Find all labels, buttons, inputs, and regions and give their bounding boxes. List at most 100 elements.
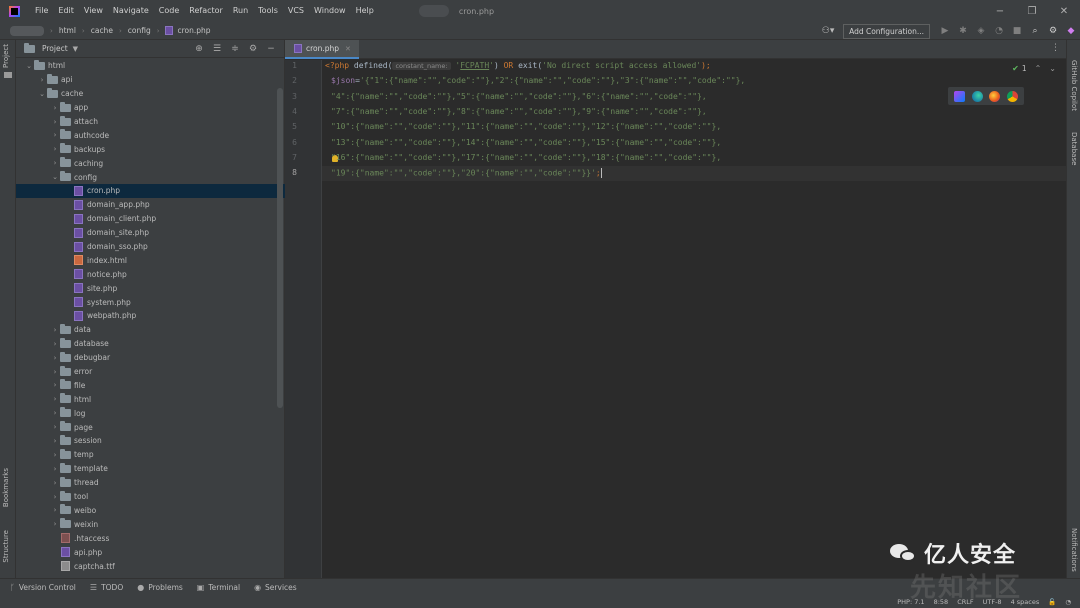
chevron-right-icon[interactable]: › [50, 131, 60, 139]
run-icon[interactable]: ▶ [936, 26, 954, 36]
tree-folder-row[interactable]: › api [16, 73, 285, 87]
tree-folder-row[interactable]: › backups [16, 142, 285, 156]
breadcrumb-cron-php[interactable]: cron.php [178, 26, 211, 35]
line-number[interactable]: 1 [285, 61, 297, 70]
menu-help[interactable]: Help [351, 0, 379, 22]
menu-view[interactable]: View [79, 0, 108, 22]
tree-folder-row[interactable]: › data [16, 323, 285, 337]
line-number[interactable]: 4 [285, 107, 297, 116]
chevron-right-icon[interactable]: › [50, 465, 60, 473]
tree-folder-row[interactable]: › log [16, 406, 285, 420]
tree-file-row[interactable]: site.php [16, 281, 285, 295]
tree-file-row[interactable]: domain_site.php [16, 226, 285, 240]
close-tab-icon[interactable]: ✕ [345, 45, 351, 53]
tree-file-row[interactable]: system.php [16, 295, 285, 309]
stop-icon[interactable]: ■ [1008, 26, 1026, 36]
bookmarks-tool-tab[interactable]: Bookmarks [2, 468, 10, 507]
project-tool-tab[interactable]: Project [2, 44, 10, 68]
breadcrumb-config[interactable]: config [128, 26, 151, 35]
todo-button[interactable]: ☰ TODO [90, 583, 123, 592]
chrome-browser-icon[interactable] [1006, 90, 1018, 102]
profile-icon[interactable]: ◔ [990, 26, 1008, 36]
github-copilot-tool-tab[interactable]: GitHub Copilot [1070, 60, 1078, 111]
chevron-down-icon[interactable]: ⌄ [37, 90, 47, 98]
structure-tool-tab[interactable]: Structure [2, 530, 10, 563]
menu-edit[interactable]: Edit [53, 0, 79, 22]
gear-icon[interactable]: ⚙ [244, 44, 262, 54]
chevron-right-icon[interactable]: › [50, 437, 60, 445]
tree-folder-row[interactable]: › attach [16, 115, 285, 129]
tree-scrollbar[interactable] [277, 88, 283, 408]
restore-icon[interactable]: ❐ [1016, 0, 1048, 22]
tree-folder-row[interactable]: › caching [16, 156, 285, 170]
code-line[interactable]: "16":{"name":"","code":""},"17":{"name":… [331, 153, 721, 162]
chevron-right-icon[interactable]: › [50, 451, 60, 459]
line-number[interactable]: 5 [285, 122, 297, 131]
chevron-right-icon[interactable]: › [50, 423, 60, 431]
chevron-right-icon[interactable]: › [50, 159, 60, 167]
tree-file-row[interactable]: domain_app.php [16, 198, 285, 212]
chevron-right-icon[interactable]: › [50, 520, 60, 528]
locate-file-icon[interactable]: ⊕ [190, 44, 208, 54]
tree-folder-row[interactable]: › weixin [16, 517, 285, 531]
tree-file-row[interactable]: captcha.ttf [16, 559, 285, 573]
tree-folder-row[interactable]: › file [16, 378, 285, 392]
code-line[interactable]: "13":{"name":"","code":""},"14":{"name":… [331, 138, 721, 147]
menu-tools[interactable]: Tools [253, 0, 283, 22]
chevron-right-icon[interactable]: › [50, 340, 60, 348]
hide-panel-icon[interactable]: − [262, 44, 280, 54]
tree-file-row[interactable]: .htaccess [16, 531, 285, 545]
blurred-root-crumb[interactable] [10, 25, 44, 36]
menu-vcs[interactable]: VCS [283, 0, 309, 22]
chevron-right-icon[interactable]: › [50, 145, 60, 153]
tree-folder-row[interactable]: › page [16, 420, 285, 434]
menu-window[interactable]: Window [309, 0, 351, 22]
tree-folder-row[interactable]: › debugbar [16, 351, 285, 365]
services-button[interactable]: ◉ Services [254, 583, 297, 592]
code-line[interactable]: "10":{"name":"","code":""},"11":{"name":… [331, 122, 721, 131]
minimize-icon[interactable]: − [984, 0, 1016, 22]
tree-file-row[interactable]: domain_sso.php [16, 240, 285, 254]
collapse-all-icon[interactable]: ≑ [226, 44, 244, 54]
problems-button[interactable]: ● Problems [137, 583, 183, 592]
code-line[interactable]: "7":{"name":"","code":""},"8":{"name":""… [331, 107, 707, 116]
tree-folder-row[interactable]: › template [16, 462, 285, 476]
tree-folder-row[interactable]: › database [16, 337, 285, 351]
code-editor[interactable]: ✔ 1 ⌃ ⌄ <?php defined(constant_name: 'FC… [322, 60, 1066, 578]
more-tabs-icon[interactable]: ⋮ [1051, 43, 1060, 53]
tree-folder-row[interactable]: › tool [16, 490, 285, 504]
tree-folder-row[interactable]: ⌄ config [16, 170, 285, 184]
menu-navigate[interactable]: Navigate [108, 0, 154, 22]
version-control-button[interactable]: ᚴ Version Control [10, 583, 76, 592]
close-icon[interactable]: ✕ [1048, 0, 1080, 22]
chevron-down-icon[interactable]: ⌄ [1049, 64, 1056, 73]
chevron-right-icon[interactable]: › [50, 493, 60, 501]
chevron-right-icon[interactable]: › [50, 104, 60, 112]
tree-folder-row[interactable]: › html [16, 392, 285, 406]
chevron-down-icon[interactable]: ⌄ [24, 62, 34, 70]
tree-folder-row[interactable]: › app [16, 101, 285, 115]
tree-file-row[interactable]: notice.php [16, 267, 285, 281]
code-line[interactable]: <?php defined(constant_name: 'FCPATH') O… [325, 61, 711, 70]
chevron-down-icon[interactable]: ▼ [73, 45, 78, 53]
line-number[interactable]: 3 [285, 92, 297, 101]
tree-file-row[interactable]: api.php [16, 545, 285, 559]
tree-file-row[interactable]: cron.php [16, 184, 285, 198]
tree-file-row[interactable]: domain_client.php [16, 212, 285, 226]
chevron-right-icon[interactable]: › [50, 395, 60, 403]
add-configuration-button[interactable]: Add Configuration... [843, 23, 930, 39]
notifications-tool-tab[interactable]: Notifications [1070, 528, 1078, 572]
menu-code[interactable]: Code [154, 0, 184, 22]
chevron-right-icon[interactable]: › [50, 506, 60, 514]
line-number[interactable]: 8 [285, 168, 297, 177]
lock-icon[interactable]: 🔓 [1048, 598, 1056, 606]
tree-folder-row[interactable]: › temp [16, 448, 285, 462]
tab-cron-php[interactable]: cron.php ✕ [285, 40, 359, 59]
code-line[interactable]: $json='{"1":{"name":"","code":""},"2":{"… [331, 76, 745, 85]
line-number[interactable]: 7 [285, 153, 297, 162]
chevron-right-icon[interactable]: › [50, 368, 60, 376]
inspections-widget[interactable]: ✔ 1 ⌃ ⌄ [1012, 64, 1056, 73]
firefox-browser-icon[interactable] [989, 90, 1001, 102]
project-panel-title[interactable]: Project [42, 44, 68, 53]
tree-file-row[interactable]: index.html [16, 253, 285, 267]
